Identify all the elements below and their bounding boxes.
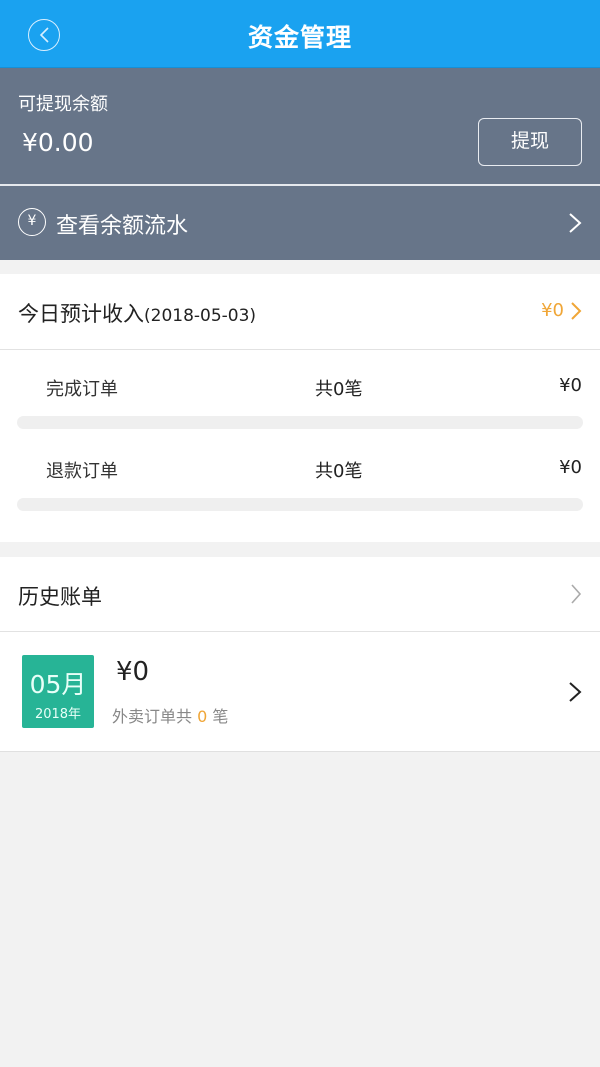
bill-year: 2018年 xyxy=(34,707,82,722)
history-bills-label: 历史账单 xyxy=(18,585,102,609)
page-title: 资金管理 xyxy=(247,23,352,52)
today-income-card: 今日预计收入(2018-05-03) ¥0 完成订单 共0笔 ¥0 退款订单 共… xyxy=(0,274,600,542)
bill-summary: 外卖订单共 0 笔 xyxy=(112,703,228,727)
chevron-right-icon xyxy=(571,584,582,604)
nav-bar: 资金管理 xyxy=(0,0,600,68)
today-income-value: ¥0 xyxy=(541,300,564,321)
refund-orders-progress xyxy=(17,498,583,511)
order-amount: ¥0 xyxy=(559,457,582,478)
balance-amount: ¥0.00 xyxy=(22,128,94,157)
balance-flow-row[interactable]: ¥ 查看余额流水 xyxy=(0,186,600,260)
chevron-right-icon xyxy=(569,213,582,233)
history-bills-row[interactable]: 历史账单 xyxy=(0,557,600,632)
month-badge: 05月 2018年 xyxy=(22,655,94,728)
bill-summary-prefix: 外卖订单共 xyxy=(112,707,193,726)
yen-circle-icon: ¥ xyxy=(18,208,46,236)
today-income-date: (2018-05-03) xyxy=(144,306,257,326)
withdraw-button[interactable]: 提现 xyxy=(478,118,582,166)
completed-orders-row: 完成订单 共0笔 ¥0 xyxy=(0,365,600,405)
balance-label: 可提现余额 xyxy=(18,94,108,115)
bill-month: 05月 xyxy=(29,670,87,699)
bill-summary-suffix: 笔 xyxy=(212,707,229,726)
today-income-row[interactable]: 今日预计收入(2018-05-03) ¥0 xyxy=(0,274,600,350)
order-count: 共0笔 xyxy=(315,461,363,482)
today-income-label: 今日预计收入(2018-05-03) xyxy=(18,298,256,328)
order-count: 共0笔 xyxy=(315,379,363,400)
balance-flow-label: 查看余额流水 xyxy=(56,214,189,239)
bill-order-count: 0 xyxy=(197,707,208,726)
chevron-right-icon xyxy=(571,302,582,320)
today-income-title: 今日预计收入 xyxy=(18,302,144,326)
bill-amount: ¥0 xyxy=(116,657,150,687)
refund-orders-row: 退款订单 共0笔 ¥0 xyxy=(0,447,600,487)
balance-panel: 可提现余额 ¥0.00 提现 xyxy=(0,68,600,184)
order-amount: ¥0 xyxy=(559,375,582,396)
completed-orders-progress xyxy=(17,416,583,429)
order-name: 完成订单 xyxy=(46,379,118,400)
history-card: 历史账单 05月 2018年 ¥0 外卖订单共 0 笔 xyxy=(0,557,600,752)
order-name: 退款订单 xyxy=(46,461,118,482)
chevron-right-icon xyxy=(569,682,582,702)
